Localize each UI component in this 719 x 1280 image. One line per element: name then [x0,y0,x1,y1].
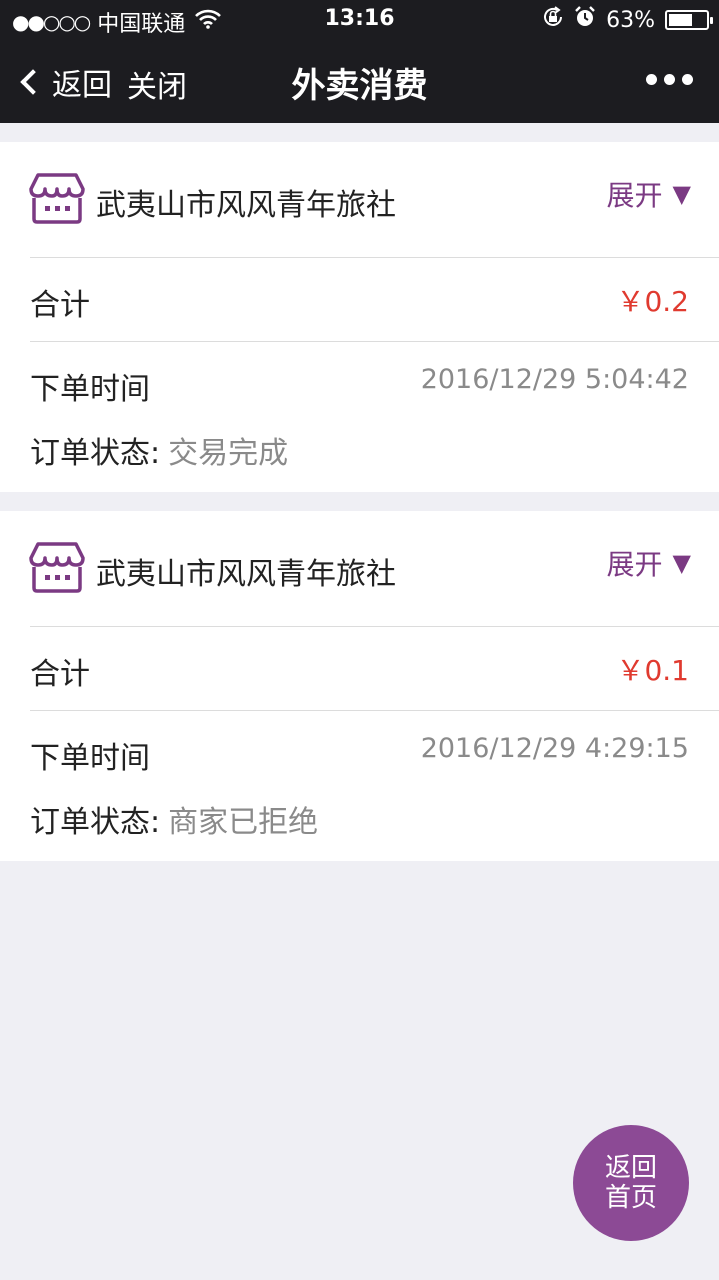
page-title: 外卖消费 [291,66,428,106]
alarm-icon [574,6,596,34]
status-right: 63% [542,6,713,34]
order-state-label: 订单状态: [30,436,161,471]
order-state-label: 订单状态: [30,805,161,840]
shop-icon [29,173,85,224]
order-card: 武夷山市风风青年旅社 展开 ▼ 合计 ￥0.1 下单时间 2016/12/29 … [0,511,719,861]
more-button[interactable] [646,74,693,85]
total-amount: ￥0.1 [616,654,689,687]
order-time-label: 下单时间 [30,741,150,776]
order-header: 武夷山市风风青年旅社 展开 ▼ [29,142,719,258]
expand-button[interactable]: 展开 ▼ [607,543,691,583]
more-dot-icon [664,74,675,85]
order-time-label: 下单时间 [30,372,150,407]
order-card: 武夷山市风风青年旅社 展开 ▼ 合计 ￥0.2 下单时间 2016/12/29 … [0,142,719,492]
shop-icon [29,542,85,593]
rotation-lock-icon [542,6,564,34]
order-time: 2016/12/29 5:04:42 [420,364,689,395]
return-home-line1: 返回 [604,1153,657,1183]
return-home-button[interactable]: 返回 首页 [573,1125,689,1241]
expand-label: 展开 [606,179,663,212]
more-dot-icon [646,74,657,85]
more-dot-icon [682,74,693,85]
order-state-value: 交易完成 [168,436,289,471]
expand-label: 展开 [606,548,663,581]
expand-button[interactable]: 展开 ▼ [607,174,691,214]
battery-fill [669,14,692,26]
order-state: 订单状态: 交易完成 [30,428,288,472]
battery-percent: 63% [606,7,655,33]
triangle-down-icon: ▼ [672,549,691,577]
return-home-line2: 首页 [604,1183,657,1213]
total-row: 合计 ￥0.1 [30,627,719,711]
order-info: 下单时间 2016/12/29 5:04:42 订单状态: 交易完成 [30,342,719,492]
battery-icon [665,10,713,30]
total-label: 合计 [30,288,90,323]
order-state-value: 商家已拒绝 [168,805,319,840]
order-info: 下单时间 2016/12/29 4:29:15 订单状态: 商家已拒绝 [30,711,719,861]
shop-name: 武夷山市风风青年旅社 [96,557,396,592]
shop-name: 武夷山市风风青年旅社 [96,188,396,223]
status-bar: ●●○○○ 中国联通 13:16 63% [0,0,719,40]
order-state: 订单状态: 商家已拒绝 [30,797,318,841]
total-amount: ￥0.2 [616,285,689,318]
order-time: 2016/12/29 4:29:15 [420,733,689,764]
order-header: 武夷山市风风青年旅社 展开 ▼ [29,511,719,627]
nav-bar: 返回 关闭 外卖消费 [0,40,719,123]
top-bar: ●●○○○ 中国联通 13:16 63% 返回 关闭 外卖消费 [0,0,719,123]
total-row: 合计 ￥0.2 [30,258,719,342]
total-label: 合计 [30,657,90,692]
triangle-down-icon: ▼ [672,180,691,208]
